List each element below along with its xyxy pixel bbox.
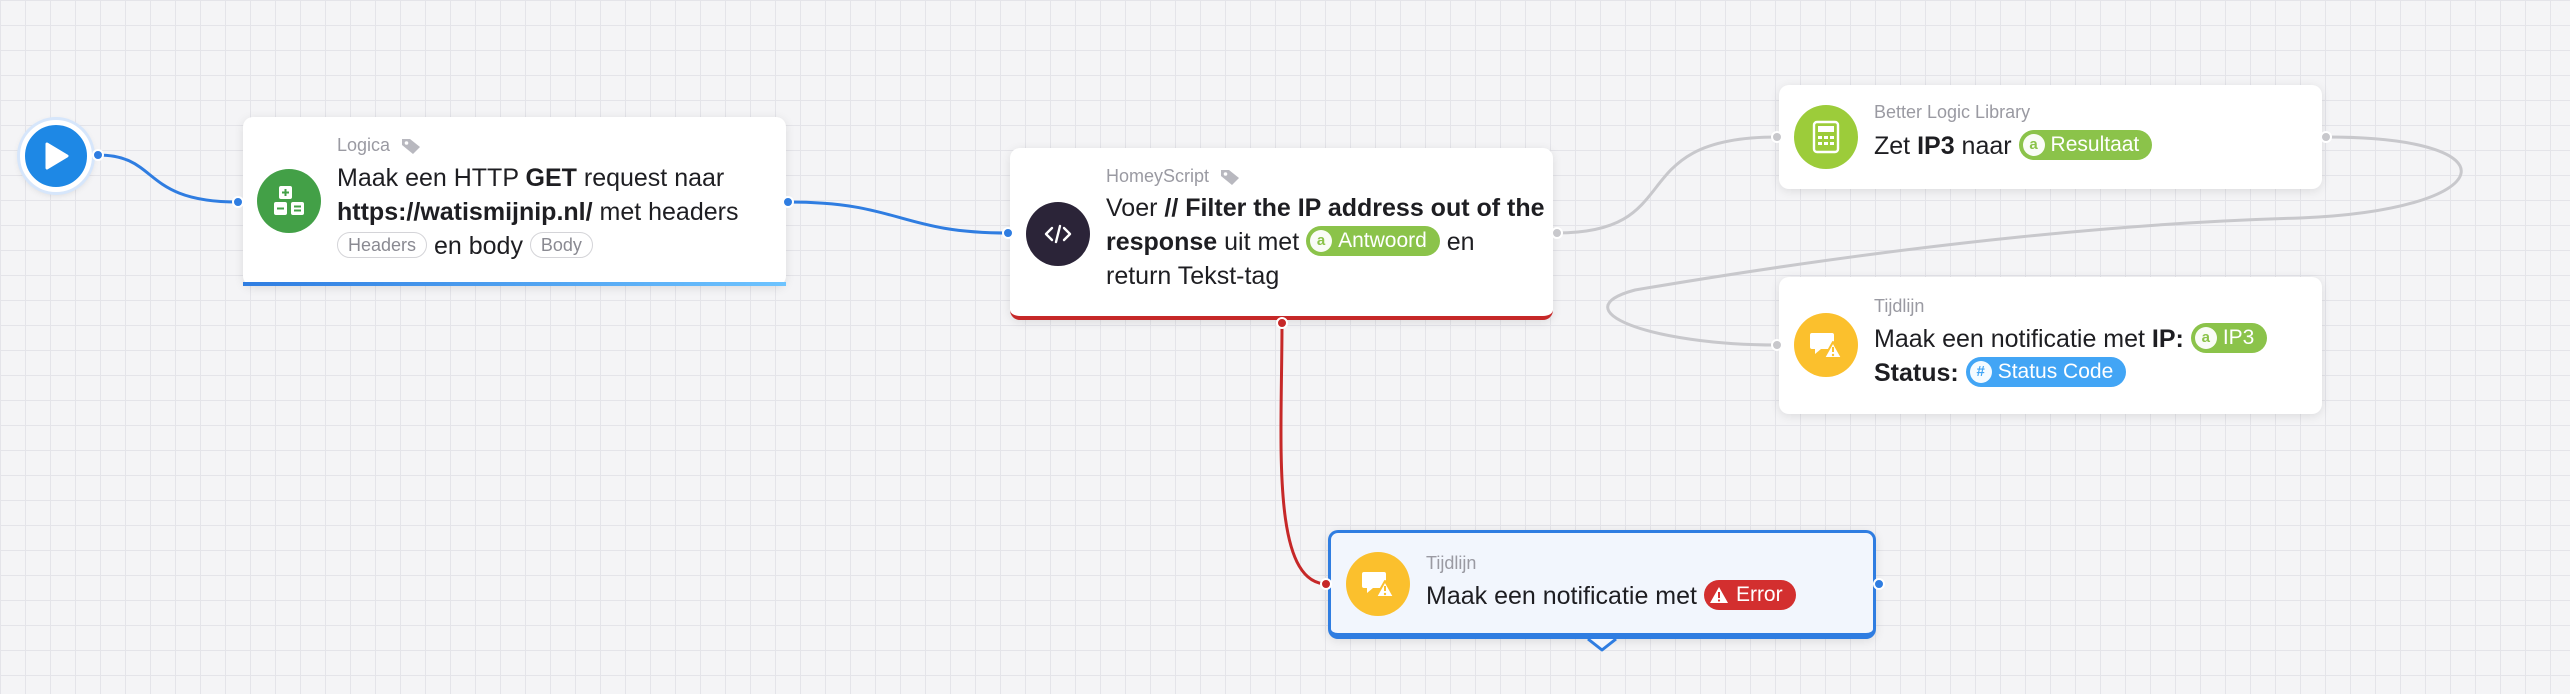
card-homeyscript[interactable]: HomeyScript Voer // Filter the IP addres… xyxy=(1010,148,1553,320)
timeline-ip-description: Maak een notificatie met IP: a IP3 Status… xyxy=(1874,322,2314,390)
homeyscript-input-port[interactable] xyxy=(1002,227,1014,239)
text-fragment: met headers xyxy=(592,198,739,226)
logica-output-port[interactable] xyxy=(782,196,794,208)
text-fragment: naar xyxy=(1954,132,2019,160)
homeyscript-error-port[interactable] xyxy=(1276,317,1288,329)
text-tag-icon: a xyxy=(2194,327,2217,350)
error-tag-label: Error xyxy=(1735,583,1783,607)
result-tag[interactable]: a Resultaat xyxy=(2018,130,2153,161)
headers-chip[interactable]: Headers xyxy=(337,232,428,259)
warning-icon xyxy=(1708,584,1730,606)
body-chip[interactable]: Body xyxy=(529,232,593,259)
status-code-tag[interactable]: # Status Code xyxy=(1965,357,2127,388)
card-source-label: Better Logic Library xyxy=(1874,102,2030,123)
wire-start-to-logica xyxy=(97,153,239,204)
play-icon xyxy=(45,142,69,170)
status-label: Status: xyxy=(1874,359,1959,387)
start-output-port[interactable] xyxy=(92,149,104,161)
http-method: GET xyxy=(525,164,577,192)
logica-input-port[interactable] xyxy=(232,196,244,208)
card-source-label: Tijdlijn xyxy=(1426,553,1476,574)
notification-icon xyxy=(1794,313,1858,377)
text-tag-icon: a xyxy=(2022,134,2045,157)
wire-logica-to-homeyscript xyxy=(787,200,1009,235)
tag-icon xyxy=(402,138,421,154)
argument-tag[interactable]: a Antwoord xyxy=(1306,226,1440,257)
timeline-error-input-port[interactable] xyxy=(1320,578,1332,590)
timeline-label: Tijdlijn xyxy=(1874,296,1925,316)
text-fragment: Voer xyxy=(1106,194,1165,222)
card-timeline-ip-notification[interactable]: Tijdlijn Maak een notificatie met IP: aI… xyxy=(1779,277,2322,414)
code-icon xyxy=(1026,202,1090,266)
text-fragment: en body xyxy=(427,232,530,260)
better-logic-output-port[interactable] xyxy=(2320,131,2332,143)
text-tag-icon: a xyxy=(1310,230,1333,253)
timeline-error-output-port[interactable] xyxy=(1873,578,1885,590)
timeline-error-description: Maak een notificatie met Error xyxy=(1426,579,1866,613)
text-fragment: Maak een notificatie met xyxy=(1426,582,1697,610)
ip-tag-label: IP3 xyxy=(2222,326,2255,350)
card-timeline-error-notification[interactable]: Tijdlijn Maak een notificatie met Error xyxy=(1328,530,1876,639)
logica-label: Logica xyxy=(337,135,391,155)
notification-icon xyxy=(1346,552,1410,616)
ip-label: IP: xyxy=(2151,325,2184,353)
wire-homeyscript-to-betterlogic xyxy=(1556,135,1778,235)
variable-name: IP3 xyxy=(1917,132,1955,160)
card-better-logic[interactable]: Better Logic Library Zet IP3 naar a Resul… xyxy=(1779,85,2322,189)
homeyscript-label: HomeyScript xyxy=(1106,166,1210,186)
better-logic-input-port[interactable] xyxy=(1771,131,1783,143)
homeyscript-output-port[interactable] xyxy=(1551,227,1563,239)
result-tag-label: Resultaat xyxy=(2050,133,2140,157)
timeline-ip-input-port[interactable] xyxy=(1771,339,1783,351)
timeline-label: Tijdlijn xyxy=(1426,553,1477,573)
calculator-icon xyxy=(257,169,321,233)
text-fragment: request naar xyxy=(576,164,725,192)
logica-description: Maak een HTTP GET request naar https://w… xyxy=(337,161,777,263)
tag-icon xyxy=(1221,169,1240,185)
chevron-down-icon[interactable] xyxy=(1586,638,1618,652)
text-fragment: Maak een notificatie met xyxy=(1874,325,2152,353)
status-code-tag-label: Status Code xyxy=(1997,360,2114,384)
number-tag-icon: # xyxy=(1969,361,1992,384)
card-source-label: HomeyScript xyxy=(1106,166,1241,187)
ip-tag[interactable]: a IP3 xyxy=(2190,323,2268,354)
better-logic-label: Better Logic Library xyxy=(1874,102,2031,122)
request-url: https://watismijnip.nl/ xyxy=(337,198,593,226)
better-logic-description: Zet IP3 naar a Resultaat xyxy=(1874,129,2304,163)
card-source-label: Tijdlijn xyxy=(1874,296,1924,317)
text-fragment: Maak een HTTP xyxy=(337,164,526,192)
card-source-label: Logica xyxy=(337,135,422,156)
homeyscript-description: Voer // Filter the IP address out of the… xyxy=(1106,191,1546,293)
error-tag[interactable]: Error xyxy=(1703,580,1796,611)
flow-start-button[interactable] xyxy=(20,120,92,192)
calculator-icon xyxy=(1794,105,1858,169)
wire-homeyscript-error-to-timeline xyxy=(1279,322,1328,586)
text-fragment: Zet xyxy=(1874,132,1918,160)
argument-tag-label: Antwoord xyxy=(1338,229,1427,253)
card-logica-http-request[interactable]: Logica Maak een HTTP GET request naar ht… xyxy=(243,117,786,286)
text-fragment: uit met xyxy=(1217,228,1307,256)
